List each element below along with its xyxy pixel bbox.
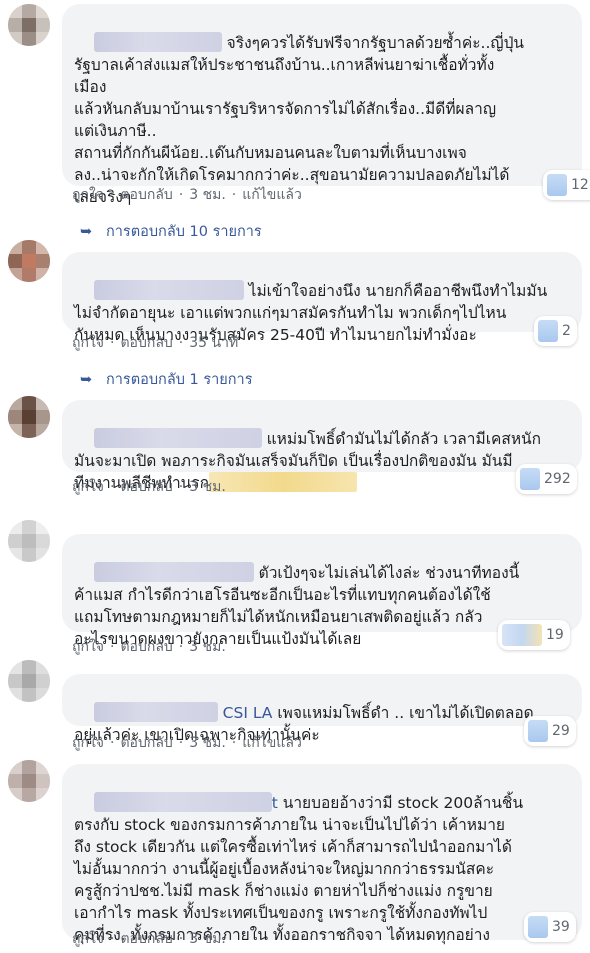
comment-text: ตรงกับ stock ของกรมการค้าภายใน น่าจะเป็น… [74, 816, 512, 944]
commenter-name-blur[interactable] [93, 702, 218, 722]
comment-bubble: CSI LA เพจแหม่มโพธิ์ดำ .. เขาไม่ได้เปิดต… [62, 674, 582, 744]
commenter-name[interactable]: t [272, 794, 278, 812]
timestamp[interactable]: 3 ชม. [189, 187, 226, 203]
avatar[interactable] [8, 396, 50, 438]
avatar[interactable] [8, 760, 50, 802]
reaction-count[interactable]: 39 [524, 912, 576, 942]
like-reaction-icon [538, 320, 558, 342]
reply-button[interactable]: ตอบกลับ [120, 735, 172, 751]
comment-actions: ถูกใจ · ตอบกลับ · 3 ชม. [72, 931, 226, 947]
reaction-count[interactable]: 2 [534, 316, 577, 346]
reply-arrow-icon: ➥ [80, 224, 93, 240]
avatar[interactable] [8, 4, 50, 46]
comment-bubble: จริงๆควรได้รับฟรีจากรัฐบาลด้วยซ้ำค่ะ..ญี… [62, 4, 582, 206]
comment-bubble: ไม่เข้าใจอย่างนึง นายกก็คืออาชีพนึงทำไมม… [62, 252, 582, 344]
reply-button[interactable]: ตอบกลับ [120, 931, 172, 947]
commenter-name[interactable] [93, 280, 244, 300]
commenter-name[interactable]: CSI LA [223, 704, 273, 722]
like-reaction-icon [528, 720, 548, 742]
reaction-count[interactable]: 29 [524, 716, 576, 746]
edited-label[interactable]: แก้ไขแล้ว [242, 735, 302, 751]
comment-bubble: แหม่มโพธิ์ดำมันไม่ได้กลัว เวลามีเคสหนัก … [62, 400, 582, 492]
comment-bubble: t นายบอยอ้างว่ามี stock 200ล้านชิ้น ตรงก… [62, 764, 582, 944]
commenter-name-blur[interactable] [93, 792, 272, 812]
like-reaction-icon [547, 174, 567, 196]
reply-button[interactable]: ตอบกลับ [120, 187, 172, 203]
like-button[interactable]: ถูกใจ [72, 735, 104, 751]
like-button[interactable]: ถูกใจ [72, 335, 104, 351]
commenter-name[interactable] [93, 428, 262, 448]
like-button[interactable]: ถูกใจ [72, 479, 104, 495]
reaction-count[interactable]: 128 [543, 170, 590, 200]
like-button[interactable]: ถูกใจ [72, 931, 104, 947]
comment-actions: ถูกใจ · ตอบกลับ · 3 ชม. [72, 479, 226, 495]
comment-bubble: ตัวเป้งๆจะไม่เล่นได้ไงล่ะ ช่วงนาทีทองนี้… [62, 534, 582, 648]
timestamp[interactable]: 3 ชม. [189, 639, 226, 655]
reaction-icons [502, 624, 542, 646]
like-reaction-icon [520, 468, 540, 490]
comment-actions: ถูกใจ · ตอบกลับ · 3 ชม. [72, 639, 226, 655]
avatar[interactable] [8, 660, 50, 702]
comment-text-first: แหม่มโพธิ์ดำมันไม่ได้กลัว เวลามีเคสหนัก [266, 430, 542, 448]
comment-text-first: ไม่เข้าใจอย่างนึง นายกก็คืออาชีพนึงทำไมม… [248, 282, 548, 300]
comment-actions: ถูกใจ · ตอบกลับ · 35 นาที [72, 335, 239, 351]
like-button[interactable]: ถูกใจ [72, 187, 104, 203]
reply-arrow-icon: ➥ [80, 372, 93, 388]
reaction-count[interactable]: 292 [516, 464, 577, 494]
reaction-count[interactable]: 19 [498, 620, 570, 650]
reply-button[interactable]: ตอบกลับ [120, 479, 172, 495]
reply-button[interactable]: ตอบกลับ [120, 639, 172, 655]
comment-text-first: ตัวเป้งๆจะไม่เล่นได้ไงล่ะ ช่วงนาทีทองนี้ [258, 564, 520, 582]
timestamp[interactable]: 35 นาที [189, 335, 238, 351]
comment-text-first: เพจแหม่มโพธิ์ดำ .. เขาไม่ได้เปิดตลอด [277, 704, 534, 722]
view-replies-link[interactable]: ➥ การตอบกลับ 10 รายการ [80, 220, 262, 243]
timestamp[interactable]: 3 ชม. [189, 479, 226, 495]
like-button[interactable]: ถูกใจ [72, 639, 104, 655]
like-reaction-icon [528, 916, 548, 938]
view-replies-link[interactable]: ➥ การตอบกลับ 1 รายการ [80, 368, 253, 391]
comment-text-first: นายบอยอ้างว่ามี stock 200ล้านชิ้น [282, 794, 524, 812]
redacted-text [208, 472, 357, 492]
comment-actions: ถูกใจ · ตอบกลับ · 3 ชม. · แก้ไขแล้ว [72, 735, 302, 751]
avatar[interactable] [8, 240, 50, 282]
commenter-name[interactable] [93, 562, 254, 582]
avatar[interactable] [8, 520, 50, 562]
timestamp[interactable]: 3 ชม. [189, 931, 226, 947]
reply-button[interactable]: ตอบกลับ [120, 335, 172, 351]
comment-actions: ถูกใจ · ตอบกลับ · 3 ชม. · แก้ไขแล้ว [72, 187, 302, 203]
timestamp[interactable]: 3 ชม. [189, 735, 226, 751]
commenter-name[interactable] [93, 32, 222, 52]
comment-text: จริงๆควรได้รับฟรีจากรัฐบาลด้วยซ้ำค่ะ..ญี… [74, 34, 525, 206]
edited-label[interactable]: แก้ไขแล้ว [242, 187, 302, 203]
